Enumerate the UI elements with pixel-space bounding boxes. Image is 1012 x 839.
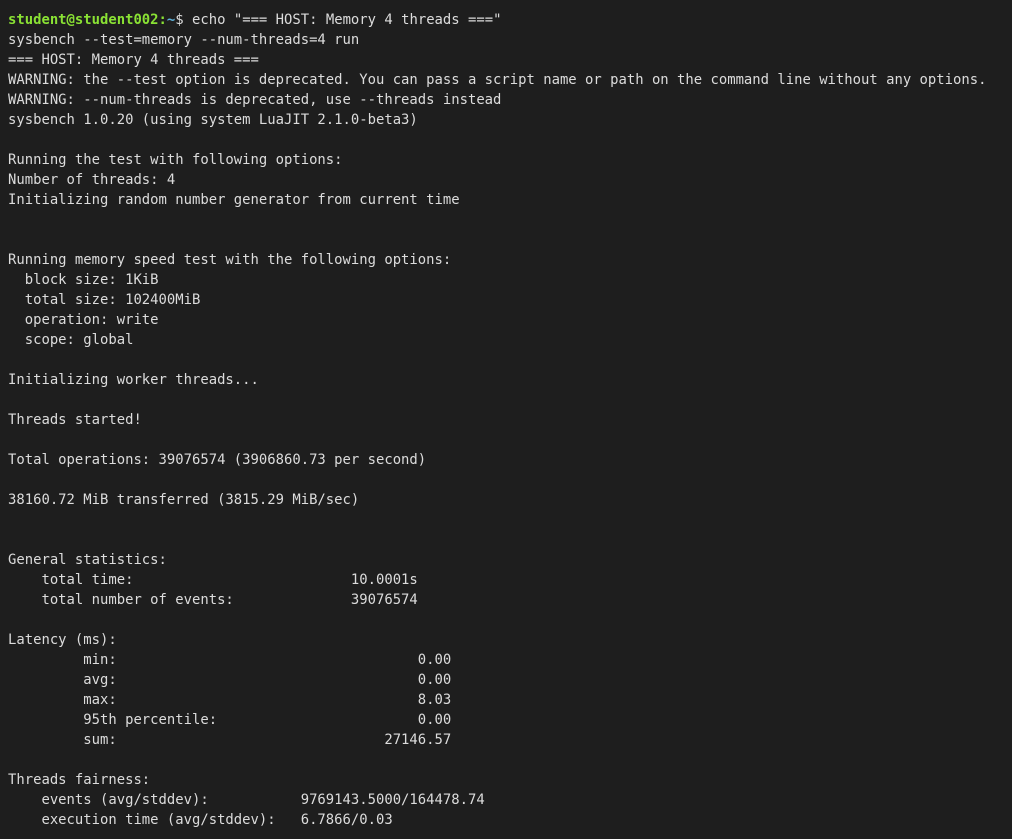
- output-line: sysbench --test=memory --num-threads=4 r…: [8, 32, 360, 48]
- output-line: General statistics:: [8, 552, 167, 568]
- output-line: execution time (avg/stddev): 6.7866/0.03: [8, 812, 393, 828]
- output-line: min: 0.00: [8, 652, 452, 668]
- output-line: Running memory speed test with the follo…: [8, 252, 452, 268]
- output-line: Latency (ms):: [8, 632, 117, 648]
- terminal-window[interactable]: student@student002:~$ echo "=== HOST: Me…: [0, 0, 1012, 839]
- output-line: Threads fairness:: [8, 772, 151, 788]
- output-line: total size: 102400MiB: [8, 292, 201, 308]
- output-line: === HOST: Memory 4 threads ===: [8, 52, 259, 68]
- prompt-command: echo "=== HOST: Memory 4 threads ===": [192, 12, 502, 28]
- output-line: scope: global: [8, 332, 134, 348]
- output-line: events (avg/stddev): 9769143.5000/164478…: [8, 792, 485, 808]
- output-line: WARNING: --num-threads is deprecated, us…: [8, 92, 502, 108]
- prompt-line: student@student002:~$ echo "=== HOST: Me…: [8, 10, 1004, 30]
- output-line: max: 8.03: [8, 692, 452, 708]
- output-line: Total operations: 39076574 (3906860.73 p…: [8, 452, 427, 468]
- prompt-symbol: $: [175, 12, 193, 28]
- output-line: sum: 27146.57: [8, 732, 452, 748]
- output-line: Threads started!: [8, 412, 142, 428]
- output-line: total time: 10.0001s: [8, 572, 418, 588]
- output-line: total number of events: 39076574: [8, 592, 418, 608]
- prompt-user-host: student@student002: [8, 12, 159, 28]
- output-line: 95th percentile: 0.00: [8, 712, 452, 728]
- output-line: avg: 0.00: [8, 672, 452, 688]
- output-line: operation: write: [8, 312, 159, 328]
- output-line: 38160.72 MiB transferred (3815.29 MiB/se…: [8, 492, 360, 508]
- output-line: Running the test with following options:: [8, 152, 343, 168]
- prompt-separator: :: [158, 12, 167, 28]
- output-line: block size: 1KiB: [8, 272, 159, 288]
- output-line: Initializing worker threads...: [8, 372, 259, 388]
- output-line: Number of threads: 4: [8, 172, 176, 188]
- output-line: Initializing random number generator fro…: [8, 192, 460, 208]
- output-line: WARNING: the --test option is deprecated…: [8, 72, 987, 88]
- output-line: sysbench 1.0.20 (using system LuaJIT 2.1…: [8, 112, 418, 128]
